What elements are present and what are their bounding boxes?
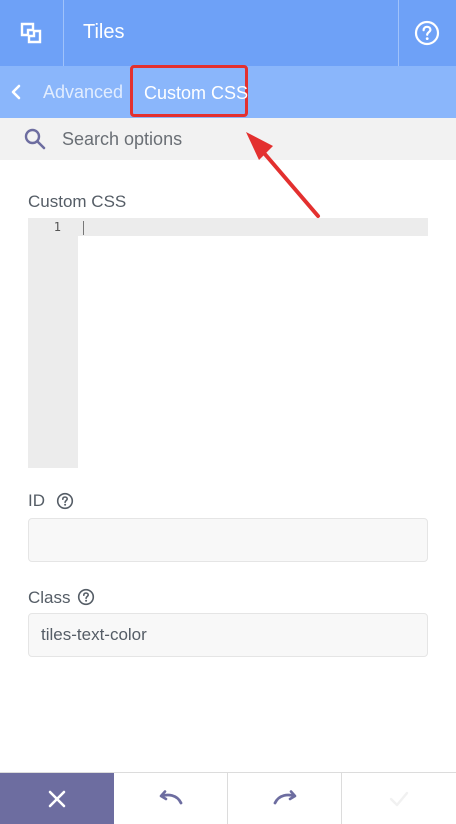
chevron-left-icon[interactable]	[9, 83, 25, 101]
active-line-highlight	[78, 218, 428, 236]
tab-custom-css-label: Custom CSS	[144, 83, 249, 103]
undo-button[interactable]	[114, 773, 228, 824]
close-icon	[48, 790, 66, 807]
redo-icon	[273, 789, 296, 804]
class-label: Class	[28, 588, 71, 607]
line-number-gutter: 1	[28, 218, 78, 468]
panel-header: Tiles	[0, 0, 456, 66]
text-cursor	[83, 221, 84, 235]
line-number: 1	[53, 220, 61, 234]
save-button[interactable]	[342, 773, 456, 824]
help-button[interactable]	[398, 0, 456, 66]
help-circle-icon	[414, 20, 440, 46]
id-label: ID	[28, 491, 45, 510]
help-circle-icon[interactable]	[77, 588, 95, 606]
search-input[interactable]	[62, 118, 432, 160]
close-button[interactable]	[0, 773, 114, 824]
id-field[interactable]	[28, 518, 428, 562]
custom-css-label: Custom CSS	[28, 192, 127, 211]
tab-custom-css[interactable]: Custom CSS	[130, 65, 248, 117]
logo-button[interactable]	[0, 0, 64, 66]
css-code-editor[interactable]: 1	[28, 218, 428, 468]
help-circle-icon[interactable]	[56, 492, 74, 510]
class-field[interactable]	[28, 613, 428, 657]
check-icon	[389, 791, 409, 806]
breadcrumb-advanced[interactable]: Advanced	[43, 82, 123, 103]
redo-button[interactable]	[228, 773, 342, 824]
search-icon	[24, 128, 46, 150]
tiles-logo-icon	[20, 22, 42, 44]
search-bar	[0, 118, 456, 160]
undo-icon	[159, 789, 182, 804]
panel-title: Tiles	[83, 21, 125, 43]
footer-toolbar	[0, 772, 456, 824]
